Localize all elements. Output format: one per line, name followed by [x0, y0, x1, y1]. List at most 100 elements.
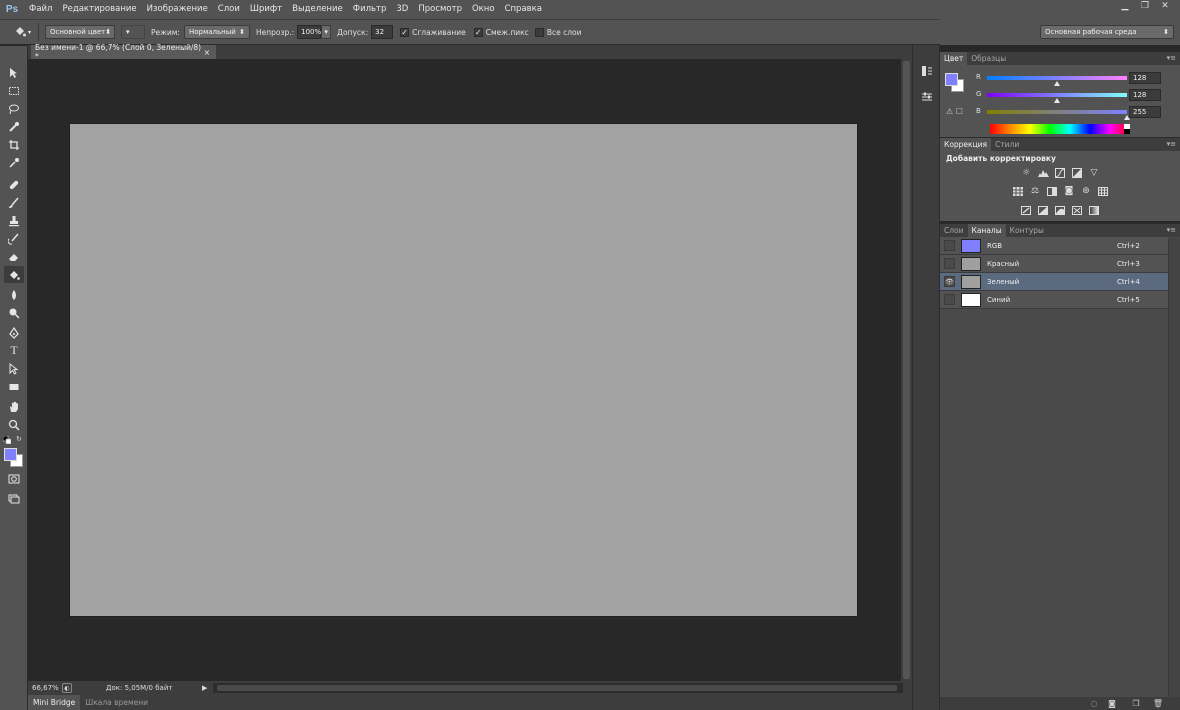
crop-tool[interactable]	[4, 136, 24, 153]
hand-tool[interactable]	[4, 398, 24, 415]
green-value[interactable]: 128	[1129, 89, 1161, 101]
threshold-icon[interactable]	[1054, 204, 1066, 216]
black-white-swatch[interactable]	[1124, 124, 1130, 134]
tab-swatches[interactable]: Образцы	[967, 52, 1010, 65]
tab-close-icon[interactable]: ×	[204, 48, 210, 57]
tab-paths[interactable]: Контуры	[1006, 224, 1048, 237]
curves-icon[interactable]	[1054, 167, 1066, 179]
eye-icon[interactable]	[944, 294, 955, 305]
eye-icon[interactable]	[944, 258, 955, 269]
move-tool[interactable]	[4, 64, 24, 81]
marquee-tool[interactable]	[4, 82, 24, 99]
brightness-icon[interactable]: ☼	[1020, 167, 1032, 179]
foreground-color-swatch[interactable]	[4, 448, 17, 461]
eye-icon[interactable]: 👁	[944, 276, 955, 287]
menu-filter[interactable]: Фильтр	[348, 0, 392, 19]
blur-tool[interactable]	[4, 286, 24, 303]
brush-tool[interactable]	[4, 194, 24, 211]
trash-icon[interactable]: 🗑	[1152, 698, 1164, 709]
tab-layers[interactable]: Слои	[940, 224, 968, 237]
document-workspace[interactable]	[28, 59, 901, 681]
clone-stamp-tool[interactable]	[4, 212, 24, 229]
swap-colors-icon[interactable]: ↻	[16, 435, 24, 443]
contiguous-checkbox[interactable]: ✓	[473, 27, 483, 37]
restore-button[interactable]: ❐	[1136, 0, 1154, 12]
zoom-tool[interactable]	[4, 416, 24, 433]
pen-tool[interactable]	[4, 324, 24, 341]
hue-saturation-icon[interactable]	[1012, 185, 1024, 197]
black-white-icon[interactable]	[1046, 185, 1058, 197]
paint-bucket-preset-icon[interactable]: ▾	[10, 24, 34, 40]
green-track[interactable]	[987, 93, 1127, 97]
eyedropper-tool[interactable]	[4, 154, 24, 171]
minimize-button[interactable]: ▁	[1116, 0, 1134, 12]
invert-icon[interactable]	[1020, 204, 1032, 216]
tab-mini-bridge[interactable]: Mini Bridge	[28, 695, 81, 710]
default-colors-icon[interactable]	[2, 435, 12, 445]
tab-color[interactable]: Цвет	[940, 52, 968, 65]
panel-menu-icon[interactable]: ▾≡	[1167, 54, 1176, 62]
menu-layers[interactable]: Слои	[213, 0, 245, 19]
healing-brush-tool[interactable]	[4, 176, 24, 193]
blue-value[interactable]: 255	[1129, 106, 1161, 118]
exposure-icon[interactable]	[1071, 167, 1083, 179]
shape-tool[interactable]	[4, 378, 24, 395]
history-panel-icon[interactable]	[919, 63, 935, 79]
gradient-map-icon[interactable]	[1088, 204, 1100, 216]
tab-adjustments[interactable]: Коррекция	[940, 138, 992, 151]
photo-filter-icon[interactable]: ◙	[1063, 185, 1075, 197]
vertical-scrollbar[interactable]	[901, 59, 912, 681]
opacity-slider-button[interactable]: ▾	[321, 25, 332, 39]
paint-bucket-tool[interactable]	[4, 266, 24, 283]
lasso-tool[interactable]	[4, 100, 24, 117]
menu-select[interactable]: Выделение	[287, 0, 348, 19]
all-layers-option[interactable]: Все слои	[534, 27, 581, 37]
color-lookup-icon[interactable]	[1097, 185, 1109, 197]
opacity-input[interactable]: 100%	[297, 25, 321, 39]
levels-icon[interactable]	[1037, 167, 1049, 179]
menu-edit[interactable]: Редактирование	[57, 0, 141, 19]
horizontal-scroll-thumb[interactable]	[217, 685, 897, 691]
tab-styles[interactable]: Стили	[991, 138, 1023, 151]
load-selection-icon[interactable]: ◌	[1088, 698, 1100, 709]
screen-mode-icon[interactable]	[4, 490, 24, 507]
blend-mode-dropdown[interactable]: Нормальный ⬍	[183, 25, 250, 39]
eraser-tool[interactable]	[4, 248, 24, 265]
save-selection-icon[interactable]: ◙	[1106, 698, 1118, 709]
fill-source-dropdown[interactable]: Основной цвет ⬍	[45, 25, 115, 39]
quick-select-tool[interactable]	[4, 118, 24, 135]
channel-mixer-icon[interactable]: ⊛	[1080, 185, 1092, 197]
channels-scrollbar[interactable]	[1168, 238, 1180, 698]
green-thumb[interactable]	[1054, 98, 1060, 103]
horizontal-scrollbar[interactable]	[213, 683, 903, 693]
workspace-dropdown[interactable]: Основная рабочая среда ⬍	[1040, 25, 1174, 39]
red-thumb[interactable]	[1054, 81, 1060, 86]
antialias-option[interactable]: ✓ Сглаживание	[400, 27, 466, 37]
channel-row[interactable]: Синий Ctrl+5	[940, 291, 1168, 309]
blue-track[interactable]	[987, 110, 1127, 114]
dodge-tool[interactable]	[4, 304, 24, 321]
menu-type[interactable]: Шрифт	[245, 0, 287, 19]
tab-channels[interactable]: Каналы	[967, 224, 1006, 237]
contiguous-option[interactable]: ✓ Смеж.пикс	[473, 27, 529, 37]
green-slider[interactable]: G 128	[976, 89, 1176, 103]
menu-file[interactable]: Файл	[24, 0, 57, 19]
vertical-scroll-thumb[interactable]	[903, 61, 910, 679]
panel-menu-icon[interactable]: ▾≡	[1167, 140, 1176, 148]
menu-3d[interactable]: 3D	[391, 0, 413, 19]
history-brush-tool[interactable]	[4, 230, 24, 247]
blue-slider[interactable]: B 255	[976, 106, 1176, 120]
all-layers-checkbox[interactable]	[534, 27, 544, 37]
red-slider[interactable]: R 128	[976, 72, 1176, 86]
type-tool[interactable]: T	[4, 342, 24, 359]
gamut-warning-icon[interactable]: ⚠ ☐	[946, 107, 963, 116]
menu-image[interactable]: Изображение	[142, 0, 213, 19]
vibrance-icon[interactable]: ▽	[1088, 167, 1100, 179]
channel-row[interactable]: 👁 Зеленый Ctrl+4	[940, 273, 1168, 291]
tab-timeline[interactable]: Шкала времени	[80, 695, 153, 710]
menu-help[interactable]: Справка	[500, 0, 547, 19]
path-selection-tool[interactable]	[4, 360, 24, 377]
channel-row[interactable]: Красный Ctrl+3	[940, 255, 1168, 273]
tolerance-input[interactable]: 32	[371, 25, 394, 39]
color-balance-icon[interactable]: ⚖	[1029, 185, 1041, 197]
